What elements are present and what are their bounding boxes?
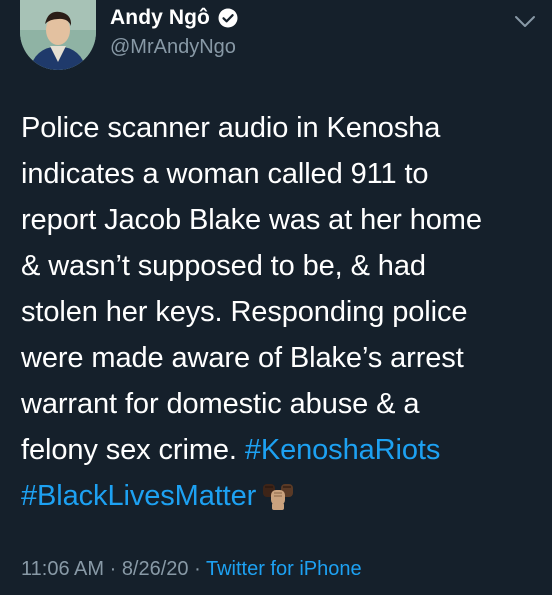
tweet-card: Andy Ngô @MrAndyNgo Police scanner audio… [0,0,552,595]
tweet-text-line: warrant for domestic abuse & a [21,388,420,420]
tweet-text-line-last: felony sex crime. #KenoshaRiots [21,427,541,473]
tweet-text-fragment: felony sex crime. [21,434,245,466]
verified-badge-icon [218,8,238,28]
author-name-row: Andy Ngô [110,6,238,30]
author-display-name[interactable]: Andy Ngô [110,6,210,30]
author-handle[interactable]: @MrAndyNgo [110,36,236,59]
raised-fists-emoji [260,479,296,525]
meta-separator: · [104,558,122,580]
tweet-metadata: 11:06 AM · 8/26/20 · Twitter for iPhone [21,558,362,581]
chevron-down-icon[interactable] [512,12,538,32]
avatar[interactable] [20,0,96,70]
tweet-text-line: report Jacob Blake was at her home [21,204,482,236]
tweet-source-link[interactable]: Twitter for iPhone [206,558,362,580]
tweet-text-line: Police scanner audio in Kenosha [21,112,441,144]
tweet-text-line: were made aware of Blake’s arrest [21,342,464,374]
tweet-text-line-hashtags: #BlackLivesMatter [21,473,541,525]
tweet-time[interactable]: 11:06 AM [21,558,104,580]
tweet-text-line: & wasn’t supposed to be, & had [21,250,426,282]
tweet-text-line: stolen her keys. Responding police [21,296,468,328]
hashtag-link[interactable]: #BlackLivesMatter [21,480,256,512]
tweet-text: Police scanner audio in Kenosha indicate… [21,105,541,525]
tweet-text-line: indicates a woman called 911 to [21,158,429,190]
hashtag-link[interactable]: #KenoshaRiots [245,434,440,466]
tweet-date[interactable]: 8/26/20 [122,558,189,580]
meta-separator: · [188,558,206,580]
